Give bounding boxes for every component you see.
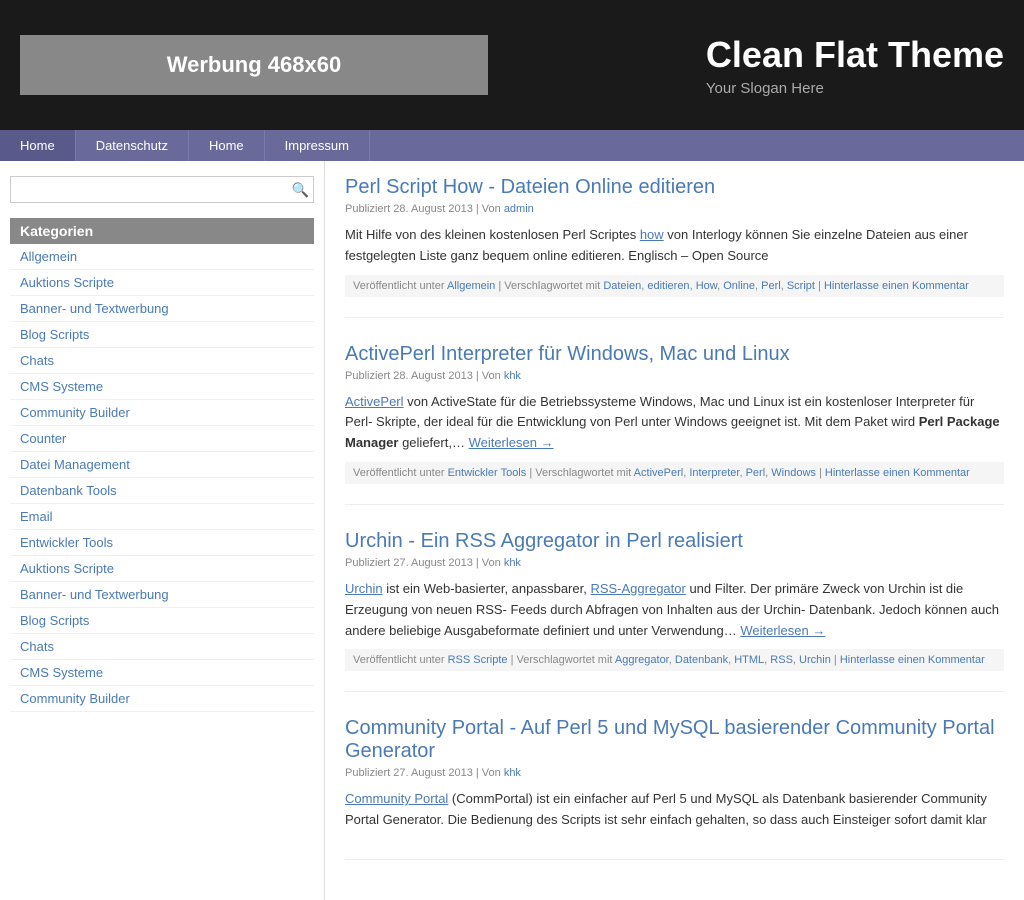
post-2-link-activeperl[interactable]: ActivePerl <box>345 394 404 409</box>
kategorien-heading: Kategorien <box>10 218 314 244</box>
ad-banner: Werbung 468x60 <box>20 35 488 95</box>
post-2-meta: Publiziert 28. August 2013 | Von khk <box>345 370 1004 382</box>
post-3-link-urchin[interactable]: Urchin <box>345 581 383 596</box>
main-wrapper: 🔍 Kategorien Allgemein Auktions Scripte … <box>0 161 1024 900</box>
sidebar-link-banner1[interactable]: Banner- und Textwerbung <box>10 296 314 322</box>
sidebar-link-chats2[interactable]: Chats <box>10 634 314 660</box>
main-nav: Home Datenschutz Home Impressum <box>0 130 1024 161</box>
post-3-title[interactable]: Urchin - Ein RSS Aggregator in Perl real… <box>345 530 743 552</box>
sidebar-link-chats1[interactable]: Chats <box>10 348 314 374</box>
sidebar-links: Allgemein Auktions Scripte Banner- und T… <box>10 244 314 712</box>
post-3-footer: Veröffentlicht unter RSS Scripte | Versc… <box>345 649 1004 671</box>
sidebar-link-banner2[interactable]: Banner- und Textwerbung <box>10 582 314 608</box>
search-button[interactable]: 🔍 <box>292 181 309 198</box>
post-3-meta: Publiziert 27. August 2013 | Von khk <box>345 557 1004 569</box>
sidebar-link-cms2[interactable]: CMS Systeme <box>10 660 314 686</box>
nav-home-2[interactable]: Home <box>189 130 265 161</box>
post-2-title[interactable]: ActivePerl Interpreter für Windows, Mac … <box>345 343 790 365</box>
sidebar-link-auktions1[interactable]: Auktions Scripte <box>10 270 314 296</box>
sidebar-link-blog1[interactable]: Blog Scripts <box>10 322 314 348</box>
site-title: Clean Flat Theme <box>706 34 1004 76</box>
post-1: Perl Script How - Dateien Online editier… <box>345 176 1004 318</box>
post-1-author[interactable]: admin <box>504 203 534 215</box>
sidebar-link-blog2[interactable]: Blog Scripts <box>10 608 314 634</box>
site-title-area: Clean Flat Theme Your Slogan Here <box>666 34 1004 97</box>
post-1-excerpt: Mit Hilfe von des kleinen kostenlosen Pe… <box>345 225 1004 267</box>
post-4-meta: Publiziert 27. August 2013 | Von khk <box>345 767 1004 779</box>
post-3-weiterlesen[interactable]: Weiterlesen → <box>740 623 825 638</box>
sidebar-link-datenbank[interactable]: Datenbank Tools <box>10 478 314 504</box>
search-box: 🔍 <box>10 176 314 203</box>
nav-datenschutz[interactable]: Datenschutz <box>76 130 189 161</box>
sidebar-link-auktions2[interactable]: Auktions Scripte <box>10 556 314 582</box>
sidebar-link-datei[interactable]: Datei Management <box>10 452 314 478</box>
post-2-footer: Veröffentlicht unter Entwickler Tools | … <box>345 462 1004 484</box>
post-2-weiterlesen[interactable]: Weiterlesen → <box>469 435 554 450</box>
sidebar-link-counter[interactable]: Counter <box>10 426 314 452</box>
sidebar-link-community2[interactable]: Community Builder <box>10 686 314 712</box>
post-1-meta: Publiziert 28. August 2013 | Von admin <box>345 203 1004 215</box>
post-4-link-community[interactable]: Community Portal <box>345 791 448 806</box>
post-3: Urchin - Ein RSS Aggregator in Perl real… <box>345 530 1004 692</box>
sidebar-link-email[interactable]: Email <box>10 504 314 530</box>
post-2: ActivePerl Interpreter für Windows, Mac … <box>345 343 1004 505</box>
post-1-link-how[interactable]: how <box>640 227 664 242</box>
post-4-author[interactable]: khk <box>504 767 521 779</box>
sidebar-link-entwickler[interactable]: Entwickler Tools <box>10 530 314 556</box>
header: Werbung 468x60 Clean Flat Theme Your Slo… <box>0 0 1024 130</box>
nav-impressum[interactable]: Impressum <box>265 130 370 161</box>
post-2-author[interactable]: khk <box>504 370 521 382</box>
post-1-cat[interactable]: Allgemein <box>447 280 495 292</box>
sidebar-link-community1[interactable]: Community Builder <box>10 400 314 426</box>
site-slogan: Your Slogan Here <box>706 80 1004 97</box>
post-2-excerpt: ActivePerl von ActiveState für die Betri… <box>345 392 1004 454</box>
sidebar-link-cms1[interactable]: CMS Systeme <box>10 374 314 400</box>
post-3-link-rss[interactable]: RSS-Aggregator <box>590 581 685 596</box>
post-3-excerpt: Urchin ist ein Web-basierter, anpassbare… <box>345 579 1004 641</box>
sidebar: 🔍 Kategorien Allgemein Auktions Scripte … <box>0 161 325 900</box>
post-3-author[interactable]: khk <box>504 557 521 569</box>
post-4: Community Portal - Auf Perl 5 und MySQL … <box>345 717 1004 860</box>
post-4-excerpt: Community Portal (CommPortal) ist ein ei… <box>345 789 1004 831</box>
sidebar-link-allgemein[interactable]: Allgemein <box>10 244 314 270</box>
nav-home-1[interactable]: Home <box>0 130 76 161</box>
post-1-footer: Veröffentlicht unter Allgemein | Verschl… <box>345 275 1004 297</box>
search-input[interactable] <box>10 176 314 203</box>
post-4-title[interactable]: Community Portal - Auf Perl 5 und MySQL … <box>345 717 995 762</box>
content: Perl Script How - Dateien Online editier… <box>325 161 1024 900</box>
post-1-title[interactable]: Perl Script How - Dateien Online editier… <box>345 176 715 198</box>
